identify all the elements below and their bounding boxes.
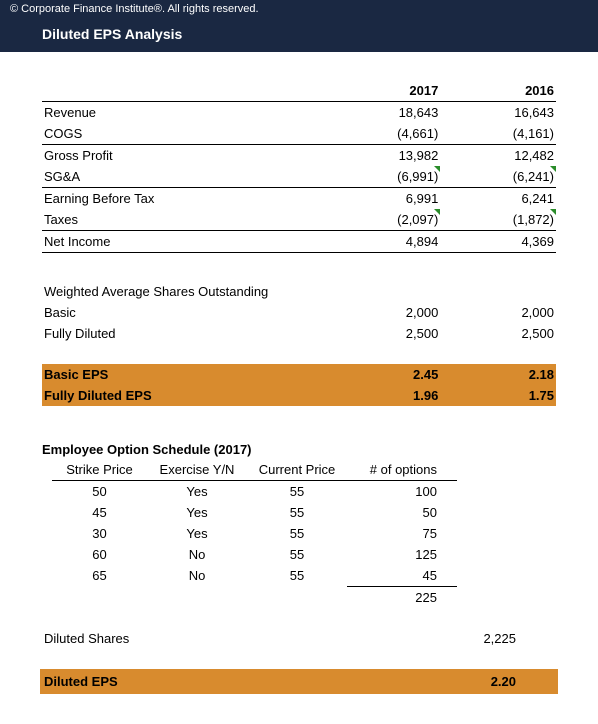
fd-eps-label: Fully Diluted EPS: [42, 385, 325, 406]
sga-y1: (6,991): [325, 166, 441, 188]
basic-shares-row: Basic 2,000 2,000: [42, 302, 556, 323]
diluted-shares-label: Diluted Shares: [44, 631, 454, 646]
revenue-row: Revenue 18,643 16,643: [42, 102, 556, 124]
tax-y1: (2,097): [325, 209, 441, 231]
ni-y1: 4,894: [325, 231, 441, 253]
diluted-eps-label: Diluted EPS: [44, 674, 454, 689]
gp-label: Gross Profit: [42, 145, 325, 167]
col-strike: Strike Price: [52, 459, 147, 481]
fd-eps-row: Fully Diluted EPS 1.96 1.75: [42, 385, 556, 406]
ebt-row: Earning Before Tax 6,991 6,241: [42, 188, 556, 210]
options-row: 65 No 55 45: [52, 565, 457, 587]
fd-shares-y2: 2,500: [440, 323, 556, 344]
options-row: 50 Yes 55 100: [52, 481, 457, 503]
options-total: 225: [347, 587, 457, 609]
eps-table: Basic EPS 2.45 2.18 Fully Diluted EPS 1.…: [42, 364, 556, 406]
copyright-text: © Corporate Finance Institute®. All righ…: [10, 3, 259, 15]
basic-eps-row: Basic EPS 2.45 2.18: [42, 364, 556, 385]
options-total-row: 225: [52, 587, 457, 609]
opt-strike: 50: [52, 481, 147, 503]
year-2: 2016: [440, 80, 556, 102]
gp-y1: 13,982: [325, 145, 441, 167]
revenue-y2: 16,643: [440, 102, 556, 124]
tax-label: Taxes: [42, 209, 325, 231]
opt-num: 50: [347, 502, 457, 523]
options-header-row: Strike Price Exercise Y/N Current Price …: [52, 459, 457, 481]
revenue-label: Revenue: [42, 102, 325, 124]
opt-strike: 60: [52, 544, 147, 565]
basic-shares-y2: 2,000: [440, 302, 556, 323]
main-content: 2017 2016 Revenue 18,643 16,643 COGS (4,…: [0, 52, 598, 694]
cogs-y2: (4,161): [440, 123, 556, 145]
opt-num: 100: [347, 481, 457, 503]
fd-eps-y1: 1.96: [325, 385, 441, 406]
opt-current: 55: [247, 523, 347, 544]
shares-heading: Weighted Average Shares Outstanding: [42, 281, 556, 302]
ebt-label: Earning Before Tax: [42, 188, 325, 210]
fd-shares-row: Fully Diluted 2,500 2,500: [42, 323, 556, 344]
col-current: Current Price: [247, 459, 347, 481]
page-title-bar: Diluted EPS Analysis: [0, 18, 598, 52]
copyright-bar: © Corporate Finance Institute®. All righ…: [0, 0, 598, 18]
opt-strike: 65: [52, 565, 147, 587]
opt-num: 125: [347, 544, 457, 565]
page-title: Diluted EPS Analysis: [42, 26, 182, 42]
basic-eps-y2: 2.18: [440, 364, 556, 385]
shares-table: Weighted Average Shares Outstanding Basi…: [42, 281, 556, 344]
cogs-y1: (4,661): [325, 123, 441, 145]
cogs-label: COGS: [42, 123, 325, 145]
options-row: 60 No 55 125: [52, 544, 457, 565]
taxes-row: Taxes (2,097) (1,872): [42, 209, 556, 231]
options-row: 30 Yes 55 75: [52, 523, 457, 544]
opt-num: 75: [347, 523, 457, 544]
basic-shares-label: Basic: [42, 302, 325, 323]
gross-profit-row: Gross Profit 13,982 12,482: [42, 145, 556, 167]
diluted-eps-row: Diluted EPS 2.20: [40, 669, 558, 694]
opt-strike: 45: [52, 502, 147, 523]
fd-shares-y1: 2,500: [325, 323, 441, 344]
net-income-row: Net Income 4,894 4,369: [42, 231, 556, 253]
options-row: 45 Yes 55 50: [52, 502, 457, 523]
ebt-y2: 6,241: [440, 188, 556, 210]
diluted-eps-val: 2.20: [454, 674, 554, 689]
tax-y2: (1,872): [440, 209, 556, 231]
opt-exercise: No: [147, 544, 247, 565]
opt-current: 55: [247, 565, 347, 587]
income-statement-table: 2017 2016 Revenue 18,643 16,643 COGS (4,…: [42, 80, 556, 253]
opt-num: 45: [347, 565, 457, 587]
opt-exercise: Yes: [147, 523, 247, 544]
opt-exercise: No: [147, 565, 247, 587]
ni-label: Net Income: [42, 231, 325, 253]
col-exercise: Exercise Y/N: [147, 459, 247, 481]
basic-eps-y1: 2.45: [325, 364, 441, 385]
fd-eps-y2: 1.75: [440, 385, 556, 406]
year-header-row: 2017 2016: [42, 80, 556, 102]
gp-y2: 12,482: [440, 145, 556, 167]
col-num: # of options: [347, 459, 457, 481]
basic-eps-label: Basic EPS: [42, 364, 325, 385]
options-table: Strike Price Exercise Y/N Current Price …: [52, 459, 457, 608]
sga-y2: (6,241): [440, 166, 556, 188]
opt-exercise: Yes: [147, 481, 247, 503]
sga-label: SG&A: [42, 166, 325, 188]
year-1: 2017: [325, 80, 441, 102]
basic-shares-y1: 2,000: [325, 302, 441, 323]
opt-current: 55: [247, 481, 347, 503]
ni-y2: 4,369: [440, 231, 556, 253]
shares-heading-row: Weighted Average Shares Outstanding: [42, 281, 556, 302]
diluted-shares-row: Diluted Shares 2,225: [42, 628, 556, 649]
cogs-row: COGS (4,661) (4,161): [42, 123, 556, 145]
diluted-shares-val: 2,225: [454, 631, 554, 646]
opt-strike: 30: [52, 523, 147, 544]
options-heading: Employee Option Schedule (2017): [42, 438, 556, 459]
sga-row: SG&A (6,991) (6,241): [42, 166, 556, 188]
opt-exercise: Yes: [147, 502, 247, 523]
ebt-y1: 6,991: [325, 188, 441, 210]
opt-current: 55: [247, 502, 347, 523]
revenue-y1: 18,643: [325, 102, 441, 124]
fd-shares-label: Fully Diluted: [42, 323, 325, 344]
opt-current: 55: [247, 544, 347, 565]
